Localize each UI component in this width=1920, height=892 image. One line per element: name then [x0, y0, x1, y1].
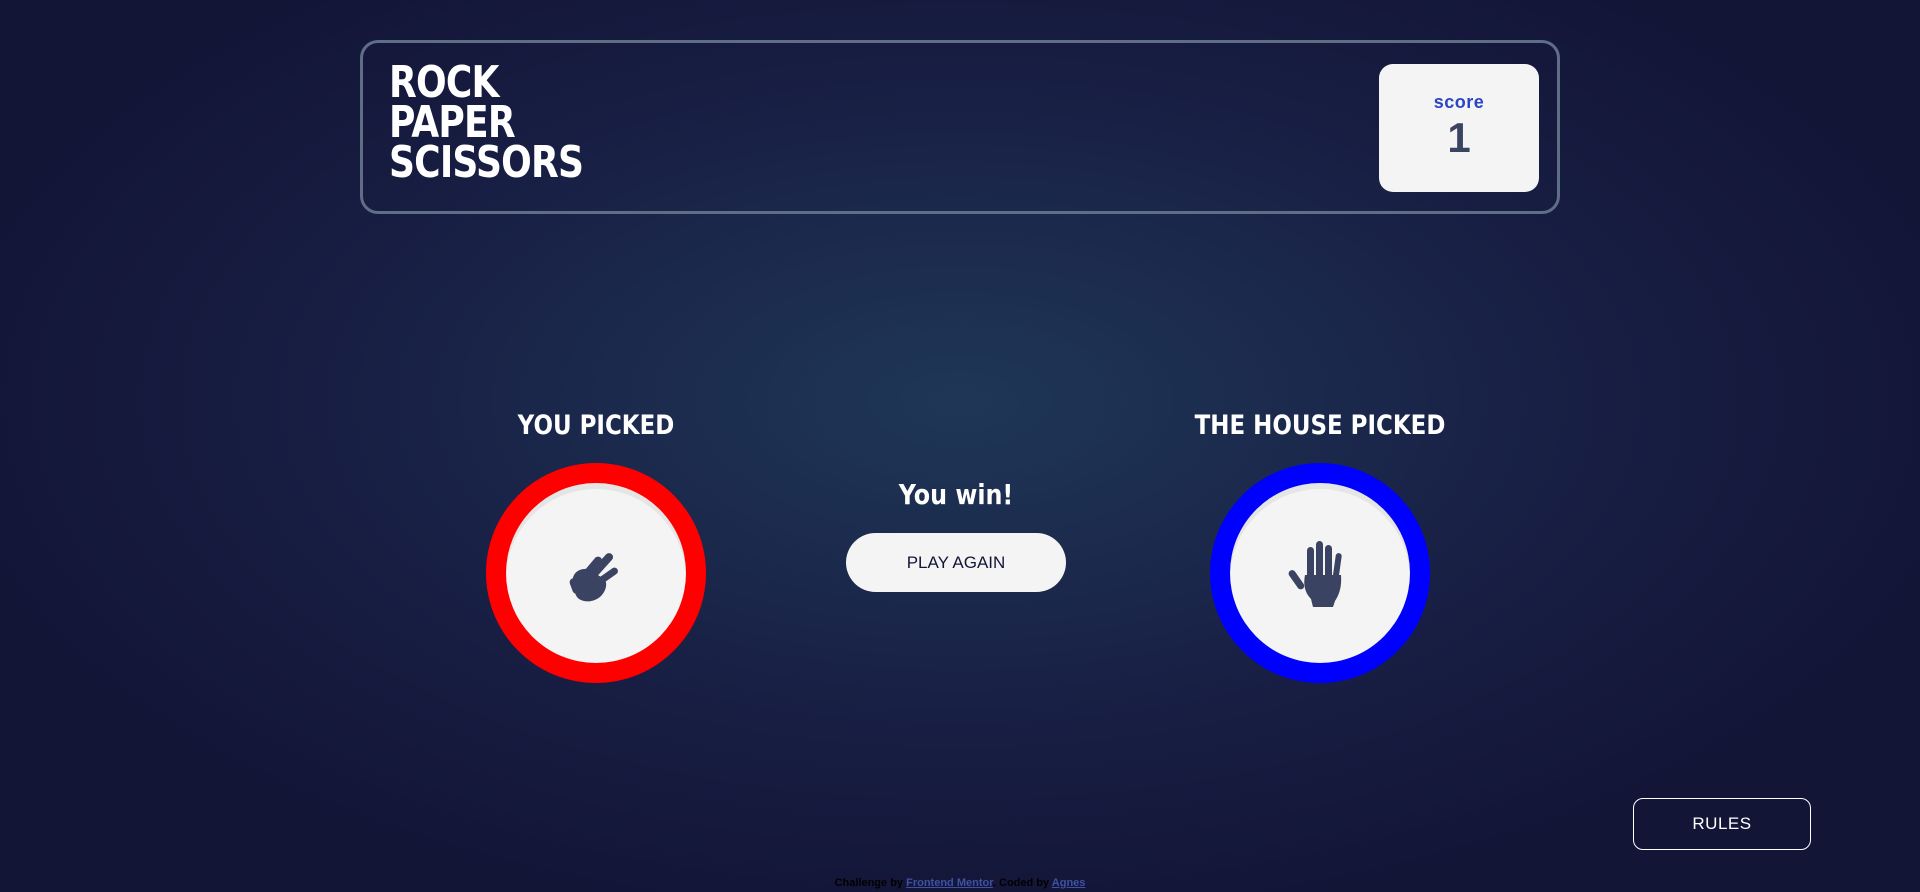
author-link[interactable]: Agnes — [1052, 877, 1086, 889]
result-text: You win! — [898, 478, 1014, 511]
frontend-mentor-link[interactable]: Frontend Mentor — [906, 877, 993, 889]
house-token-face — [1230, 483, 1410, 663]
rules-button[interactable]: RULES — [1633, 798, 1811, 850]
you-picked-label: YOU PICKED — [517, 410, 675, 441]
game-title: ROCK PAPER SCISSORS — [389, 61, 584, 188]
play-again-button[interactable]: PLAY AGAIN — [846, 533, 1066, 592]
scissors-icon — [569, 553, 618, 602]
paper-icon — [1288, 541, 1342, 607]
attribution-prefix: Challenge by — [834, 877, 904, 889]
house-picked-label: THE HOUSE PICKED — [1194, 410, 1446, 441]
attribution-middle: . Coded by — [992, 877, 1050, 889]
score-label: score — [1433, 92, 1485, 112]
game-header: ROCK PAPER SCISSORS score 1 — [360, 40, 1560, 214]
score-box: score 1 — [1379, 64, 1539, 192]
player-token-face — [506, 483, 686, 663]
house-choice-token — [1210, 463, 1430, 683]
attribution: Challenge by Frontend Mentor. Coded by A… — [0, 877, 1920, 889]
player-choice-token — [486, 463, 706, 683]
title-line-scissors: SCISSORS — [389, 137, 584, 188]
score-value: 1 — [1447, 114, 1471, 161]
